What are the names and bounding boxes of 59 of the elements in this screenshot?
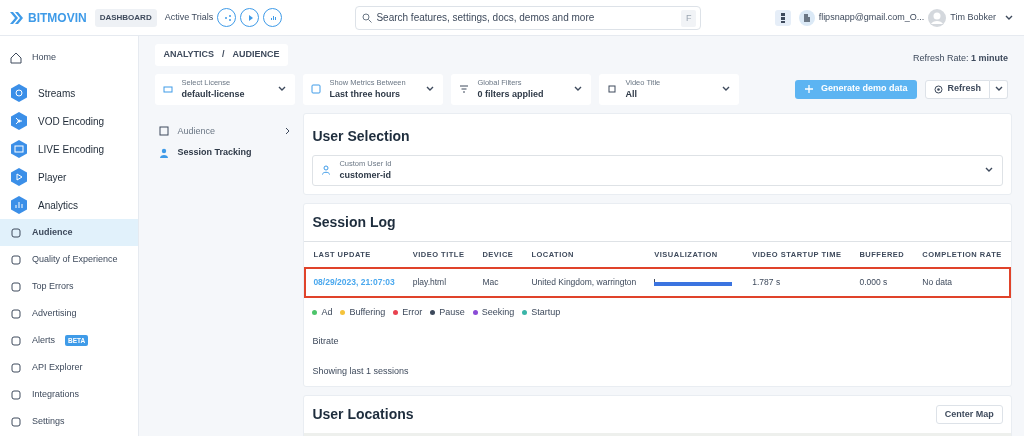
legend-label: Ad [321,305,333,319]
legend-label: Startup [531,305,561,319]
sidebar-item[interactable]: Audience [0,219,139,246]
account-name[interactable]: flipsnapp@gmail.com_O... [818,10,925,25]
dashboard-badge: DASHBOARD [94,8,157,27]
plus-icon [804,85,813,93]
subnav-item[interactable]: Audience [155,120,296,142]
refresh-menu-button[interactable] [990,79,1008,99]
panel-title: User Locations [312,405,415,424]
home-icon [10,51,22,64]
table-cell: 1.787 s [743,266,851,298]
refresh-button[interactable]: Refresh [925,79,990,99]
refresh-rate-text: Refresh Rate: 1 minute [912,52,1008,65]
sidebar-item[interactable]: Top Errors [0,273,139,300]
panel-title: User Selection [312,126,411,146]
sidebar-item[interactable]: VOD Encoding [0,107,139,135]
logo-icon [10,11,24,24]
breadcrumb-item[interactable]: ANALYTICS [163,48,215,62]
hexagon-icon [10,84,28,102]
sidebar-item[interactable]: Home [0,44,139,71]
refresh-icon [934,84,944,94]
table-cell: United Kingdom, warrington [522,266,646,298]
sidebar-item[interactable]: Settings [0,408,139,435]
filter-icon [459,84,470,94]
sidebar-item[interactable]: LIVE Encoding [0,135,139,163]
avatar-icon [928,8,947,27]
logo-text: BITMOVIN [28,9,87,27]
sidebar-item[interactable]: Streams [0,79,139,107]
hexagon-icon [10,112,28,130]
sessions-count-text: Showing last 1 sessions [311,364,410,378]
table-cell: 0.000 s [850,266,914,298]
sidebar-item[interactable]: Integrations [0,381,139,408]
center-map-button[interactable]: Center Map [935,405,1003,424]
user-name[interactable]: Tim Bobker [950,10,996,25]
table-cell: Mac [473,266,523,298]
search-icon [362,12,373,23]
building-icon[interactable] [798,9,815,26]
breadcrumb-item[interactable]: AUDIENCE [232,48,280,62]
hexagon-icon [10,168,28,186]
active-trials-label: Active Trials [164,10,214,24]
person-icon [159,147,170,158]
table-cell: No data [913,266,1011,298]
sidebar-item[interactable]: Player [0,163,139,191]
hexagon-icon [10,196,28,214]
hexagon-icon [10,140,28,158]
sidebar-item[interactable]: Quality of Experience [0,246,139,273]
table-cell: play.html [403,266,474,298]
person-icon [321,165,332,175]
legend-label: Buffering [349,305,386,319]
breadcrumb-separator: / [222,48,225,61]
panel-title: Session Log [311,212,397,232]
sidebar-item[interactable]: Analytics [0,191,139,219]
legend-label: Seeking [481,305,515,319]
sidebar-item[interactable]: API Explorer [0,354,139,381]
legend-label: Error [402,305,423,319]
subnav-item[interactable]: Session Tracking [155,142,296,164]
sidebar-item[interactable]: Advertising [0,300,139,327]
bitrate-label: Bitrate [311,335,340,348]
legend-label: Pause [439,305,465,319]
